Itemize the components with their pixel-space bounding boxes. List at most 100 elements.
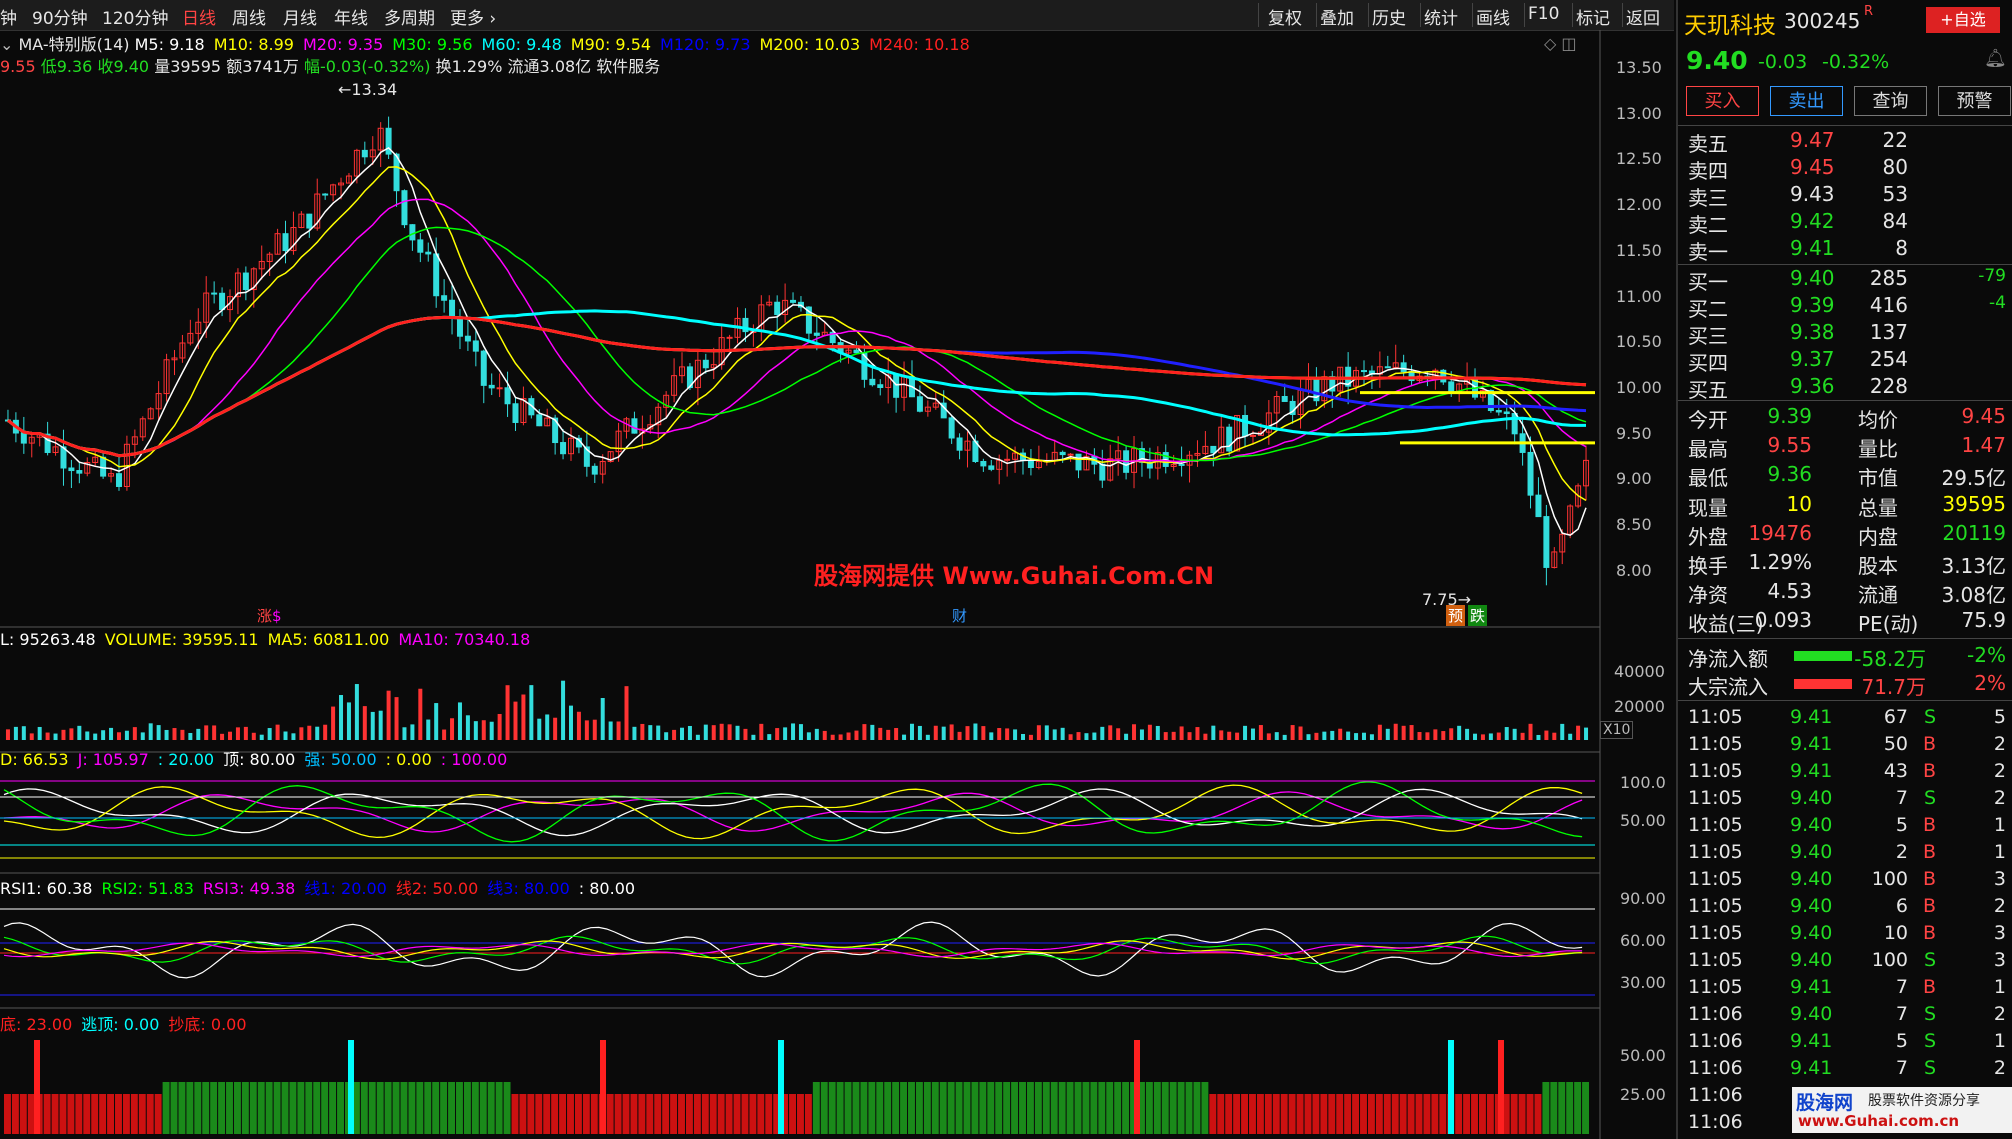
tool-fuquan[interactable]: 复权: [1268, 4, 1302, 29]
tick-price: 9.40: [1790, 895, 1833, 917]
bid-volume: 285: [1869, 266, 1908, 290]
tick-volume: 7: [1895, 976, 1908, 998]
candlesticks: [4, 116, 1590, 586]
volume-bar: [370, 711, 375, 740]
candle-body: [1535, 494, 1542, 518]
tick-row: 11:05 9.40 100 S 3: [1688, 949, 2008, 975]
tool-history[interactable]: 历史: [1372, 4, 1406, 29]
signal-bar: [138, 1094, 146, 1134]
volume-bar: [537, 718, 542, 740]
signal-bar: [590, 1094, 598, 1134]
ma-value-item: M200: 10.03: [759, 35, 861, 54]
float-value: 流通3.08亿: [507, 57, 592, 76]
volume-bar: [862, 724, 867, 740]
tab-period-90min[interactable]: 90分钟: [32, 4, 88, 29]
volume-bar: [378, 710, 383, 740]
volume-bar: [235, 727, 240, 740]
ask-row[interactable]: 卖三 9.43 53: [1688, 182, 2008, 210]
tab-period-monthly[interactable]: 月线: [283, 4, 317, 29]
ask-row[interactable]: 卖二 9.42 84: [1688, 209, 2008, 237]
signal-spike: [34, 1040, 40, 1134]
alert-button[interactable]: 预警: [1938, 86, 2011, 116]
tab-period-120min[interactable]: 120分钟: [102, 4, 168, 29]
bid-row[interactable]: 买一 9.40 285 -79: [1688, 266, 2008, 294]
window-icon[interactable]: ◫: [1561, 34, 1576, 53]
volume-bar: [917, 725, 922, 740]
tab-period-multi[interactable]: 多周期: [384, 4, 435, 29]
candle-body: [1400, 362, 1407, 373]
stat-value: 1.29%: [1748, 550, 1812, 574]
tool-back[interactable]: 返回: [1626, 4, 1660, 29]
volume-bar: [1433, 729, 1438, 740]
signal-bar: [1439, 1094, 1447, 1134]
volume-bar: [1068, 734, 1073, 740]
volume-bar: [77, 725, 82, 740]
ask-row[interactable]: 卖五 9.47 22: [1688, 128, 2008, 156]
tick-row: 11:05 9.40 10 B 3: [1688, 922, 2008, 948]
volume-bar: [806, 732, 811, 740]
tick-volume: 7: [1895, 787, 1908, 809]
buy-button[interactable]: 买入: [1686, 86, 1759, 116]
tick-count: 1: [1993, 976, 2006, 998]
tool-mark[interactable]: 标记: [1576, 4, 1610, 29]
signal-bar: [1264, 1094, 1272, 1134]
signal-bar: [368, 1082, 376, 1134]
volume-bar: [957, 731, 962, 740]
die-marker[interactable]: 跌: [1468, 605, 1488, 626]
bid-row[interactable]: 买二 9.39 416 -4: [1688, 293, 2008, 321]
yu-marker[interactable]: 预: [1446, 605, 1466, 626]
signal-value-item: 底: 23.00: [0, 1015, 73, 1034]
tool-stats[interactable]: 统计: [1424, 4, 1458, 29]
volume-bar: [1044, 725, 1049, 740]
volume-bar: [1005, 728, 1010, 740]
tick-price: 9.41: [1790, 706, 1833, 728]
ask-row[interactable]: 卖四 9.45 80: [1688, 155, 2008, 183]
signal-bar: [678, 1094, 685, 1134]
query-button[interactable]: 查询: [1854, 86, 1927, 116]
signal-bar: [1455, 1094, 1463, 1134]
tick-count: 2: [1993, 760, 2006, 782]
bell-icon[interactable]: 🔔︎: [1984, 48, 2007, 69]
price-axis-tick: 8.50: [1616, 515, 1652, 534]
tab-more[interactable]: 更多 ›: [450, 4, 496, 29]
volume-bar: [751, 734, 756, 740]
bid-row[interactable]: 买三 9.38 137: [1688, 320, 2008, 348]
volume-bar: [1306, 734, 1311, 740]
signal-spike: [778, 1040, 784, 1134]
add-watchlist-button[interactable]: +自选: [1926, 7, 2000, 33]
ask-row[interactable]: 卖一 9.41 8: [1688, 236, 2008, 264]
tick-time: 11:06: [1688, 1003, 1743, 1025]
candle-body: [1004, 458, 1011, 461]
volume-bar: [457, 702, 462, 740]
tab-period-daily[interactable]: 日线: [182, 4, 216, 29]
diamond-icon[interactable]: ◇: [1544, 34, 1556, 53]
rsi-axis-tick: 60.00: [1620, 931, 1666, 950]
tool-draw[interactable]: 画线: [1476, 4, 1510, 29]
signal-bar: [1161, 1082, 1169, 1134]
volume-bar: [1449, 728, 1454, 740]
tick-count: 2: [1993, 1057, 2006, 1079]
signal-bar: [630, 1094, 638, 1134]
tool-f10[interactable]: F10: [1528, 4, 1559, 24]
bid-label: 买五: [1688, 378, 1728, 402]
tool-diejia[interactable]: 叠加: [1320, 4, 1354, 29]
price-axis-tick: 10.50: [1616, 332, 1662, 352]
bid-row[interactable]: 买五 9.36 228: [1688, 374, 2008, 402]
volume-bar: [711, 725, 716, 740]
volume-bar: [1163, 732, 1168, 740]
collapse-icon[interactable]: ⌄: [0, 35, 19, 54]
stats-row: 现量 10 总量 39595: [1688, 492, 2008, 520]
ask-price: 9.42: [1790, 209, 1835, 233]
volume-bar: [680, 727, 685, 740]
signal-bar: [170, 1082, 178, 1134]
cai-marker[interactable]: 财: [952, 605, 967, 626]
tab-period-0[interactable]: 钟: [0, 4, 17, 29]
tab-period-yearly[interactable]: 年线: [334, 4, 368, 29]
signal-bar: [1375, 1094, 1383, 1134]
signal-bar: [471, 1082, 479, 1134]
bid-row[interactable]: 买四 9.37 254: [1688, 347, 2008, 375]
volume-bar: [1409, 725, 1414, 740]
sell-button[interactable]: 卖出: [1770, 86, 1843, 116]
ask-volume: 8: [1895, 236, 1908, 260]
tab-period-weekly[interactable]: 周线: [232, 4, 266, 29]
